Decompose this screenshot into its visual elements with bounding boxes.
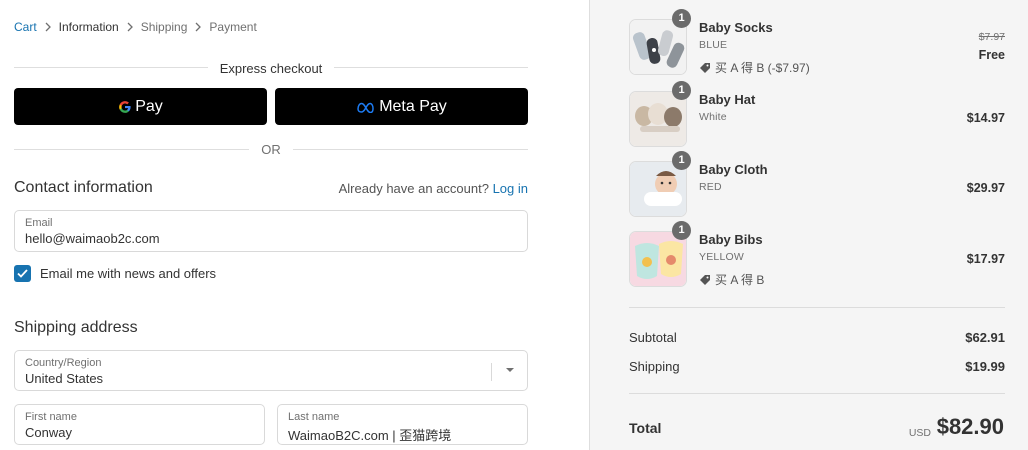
email-label: Email [25,217,53,229]
subtotal-label: Subtotal [629,330,677,345]
chevron-down-icon [506,368,514,372]
meta-pay-label: Meta Pay [379,97,447,115]
account-prompt: Already have an account? Log in [338,181,528,196]
chevron-right-icon [119,21,141,33]
divider [629,393,1005,394]
contact-heading: Contact information [14,179,153,196]
item-discount: 买 A 得 B [699,271,764,288]
total-value: $82.90 [936,414,1004,439]
item-price: $17.97 [966,252,1005,266]
newsletter-checkbox-row[interactable]: Email me with news and offers [14,265,216,282]
total-currency: USD [908,427,931,439]
newsletter-label: Email me with news and offers [40,266,217,281]
item-price: Free [978,48,1005,62]
item-discount: 买 A 得 B (-$7.97) [699,59,810,76]
email-value: hello@waimaob2c.com [25,231,160,246]
item-variant: RED [699,181,722,193]
country-select[interactable]: Country/Region United States [14,350,528,391]
tag-icon [700,274,710,285]
total-label: Total [629,420,662,436]
order-summary: 1 Baby Socks BLUE 买 A 得 B (-$7.97) $7.97… [589,0,1028,450]
or-divider-label: OR [14,142,528,157]
google-g-icon [119,100,131,113]
quantity-badge: 1 [672,221,691,240]
line-item: 1 Baby Socks BLUE 买 A 得 B (-$7.97) $7.97… [629,9,1005,77]
item-name: Baby Cloth [699,162,768,177]
item-variant: YELLOW [699,251,744,263]
checkout-main: Cart Information Shipping Payment Expres… [0,0,589,450]
google-pay-label: Pay [135,97,163,115]
newsletter-checkbox[interactable] [14,265,31,282]
first-name-label: First name [25,411,77,423]
quantity-badge: 1 [672,151,691,170]
first-name-value: Conway [25,425,72,440]
item-name: Baby Socks [699,20,773,35]
country-value: United States [25,371,104,386]
select-divider [491,363,492,381]
line-item: 1 Baby Bibs YELLOW 买 A 得 B $17.97 [629,221,1005,289]
country-label: Country/Region [25,357,102,369]
subtotal-value: $62.91 [965,330,1005,345]
breadcrumb-cart[interactable]: Cart [14,20,37,34]
login-link[interactable]: Log in [493,181,528,196]
item-variant: White [699,111,727,123]
line-item: 1 Baby Hat White $14.97 [629,81,1005,149]
last-name-value: WaimaoB2C.com | 歪猫跨境 [288,428,452,443]
checkmark-icon [17,269,28,278]
tag-icon [700,62,710,73]
last-name-label: Last name [288,411,340,423]
breadcrumb-shipping: Shipping [140,20,188,34]
last-name-field[interactable]: Last name WaimaoB2C.com | 歪猫跨境 [277,404,528,445]
shipping-cost-value: $19.99 [965,359,1005,374]
chevron-right-icon [187,21,209,33]
meta-pay-button[interactable]: Meta Pay [275,88,528,125]
first-name-field[interactable]: First name Conway [14,404,265,445]
item-name: Baby Bibs [699,232,763,247]
quantity-badge: 1 [672,9,691,28]
meta-logo-icon [357,102,374,113]
breadcrumb-payment: Payment [209,20,257,34]
shipping-heading: Shipping address [14,319,138,336]
item-name: Baby Hat [699,92,756,107]
chevron-right-icon [37,21,59,33]
express-checkout-title: Express checkout [14,61,528,76]
line-item: 1 Baby Cloth RED $29.97 [629,151,1005,219]
shipping-cost-label: Shipping [629,359,680,374]
item-price: $29.97 [966,181,1005,195]
google-pay-button[interactable]: Pay [14,88,267,125]
item-original-price: $7.97 [978,31,1005,43]
item-price: $14.97 [966,111,1005,125]
divider [629,307,1005,308]
item-variant: BLUE [699,39,728,51]
email-field[interactable]: Email hello@waimaob2c.com [14,210,528,252]
breadcrumb: Cart Information Shipping Payment [14,19,257,35]
quantity-badge: 1 [672,81,691,100]
breadcrumb-information: Information [58,20,119,34]
